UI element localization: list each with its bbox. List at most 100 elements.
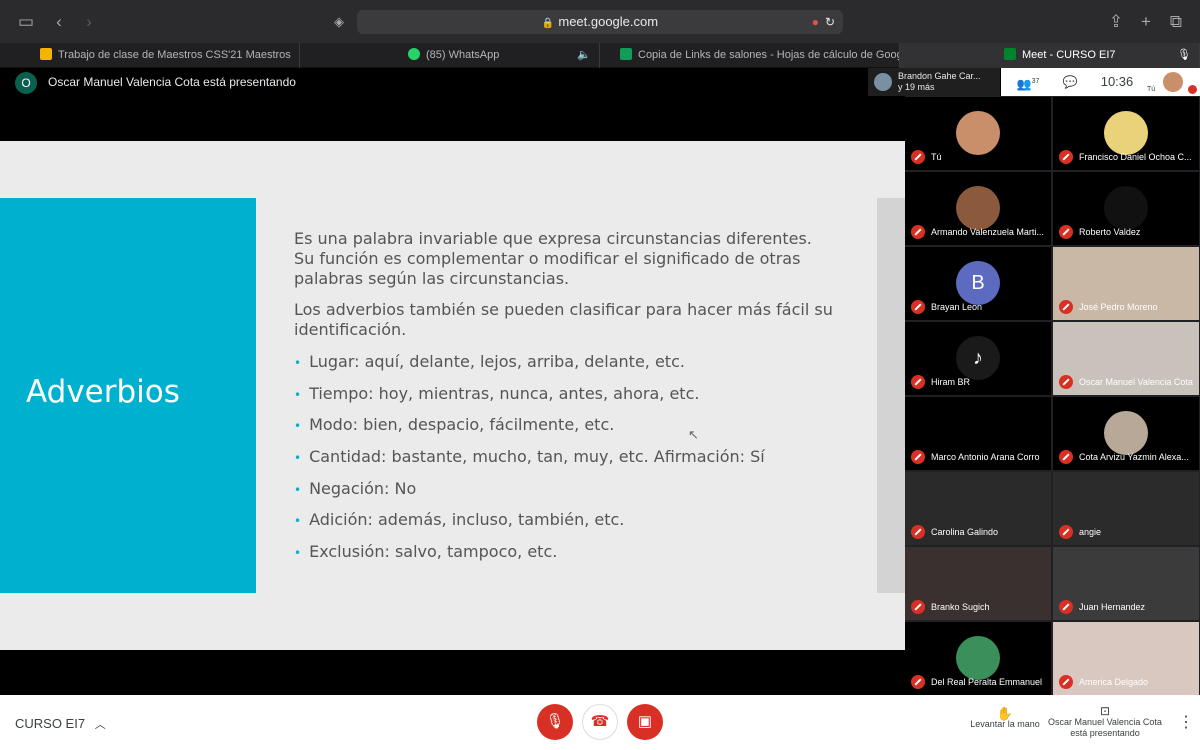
participant-tile[interactable]: Francisco Daniel Ochoa C... bbox=[1053, 97, 1199, 170]
chip-line-2: y 19 más bbox=[898, 82, 935, 92]
participant-name: Del Real Peralta Emmanuel bbox=[931, 677, 1043, 687]
browser-toolbar: ▭ ‹ › ◈ 🔒 meet.google.com ● ↻ ⇪ + ⧉ bbox=[0, 0, 1200, 43]
participant-tile[interactable]: Cota Arvizu Yazmin Alexa... bbox=[1053, 397, 1199, 470]
participant-tile[interactable]: angie bbox=[1053, 472, 1199, 545]
presentation-button[interactable]: ⊡ Oscar Manuel Valencia Cota está presen… bbox=[1048, 705, 1162, 739]
muted-mic-icon bbox=[1059, 150, 1073, 164]
participants-button[interactable]: 👥37 bbox=[1011, 68, 1045, 96]
more-options-icon[interactable]: ⋮ bbox=[1178, 712, 1194, 732]
muted-mic-icon bbox=[911, 525, 925, 539]
chat-button[interactable]: 💬 bbox=[1057, 68, 1083, 96]
present-icon: ⊡ bbox=[1099, 704, 1111, 718]
participant-name: Hiram BR bbox=[931, 377, 971, 387]
mic-icon[interactable]: ● bbox=[812, 10, 819, 34]
participant-avatar: ♪ bbox=[956, 336, 1000, 380]
muted-mic-icon bbox=[1059, 525, 1073, 539]
participant-name: America Delgado bbox=[1079, 677, 1149, 687]
participant-tile[interactable]: Armando Valenzuela Marti... bbox=[905, 172, 1051, 245]
slide-bullet: • Exclusión: salvo, tampoco, etc. bbox=[294, 542, 558, 561]
participant-tile[interactable]: ♪ Hiram BR bbox=[905, 322, 1051, 395]
tab-whatsapp[interactable]: (85) WhatsApp 🔈 bbox=[300, 43, 600, 68]
tab-sheets[interactable]: Copia de Links de salones - Hojas de cál… bbox=[600, 43, 900, 68]
participant-name: Marco Antonio Arana Corro bbox=[931, 452, 1040, 462]
muted-mic-icon bbox=[1059, 225, 1073, 239]
back-icon[interactable]: ‹ bbox=[48, 11, 70, 33]
leave-call-button[interactable]: ☎ bbox=[582, 704, 618, 740]
slide-bullet: • Adición: además, incluso, también, etc. bbox=[294, 510, 625, 529]
participant-avatar bbox=[1104, 186, 1148, 230]
participant-name: Juan Hernandez bbox=[1079, 602, 1146, 612]
participant-avatar bbox=[1104, 111, 1148, 155]
mic-off-icon: 🎙 bbox=[545, 713, 565, 730]
tab-meet[interactable]: Meet - CURSO EI7 🎙 bbox=[900, 43, 1200, 68]
forward-icon[interactable]: › bbox=[78, 11, 100, 33]
new-tab-icon[interactable]: + bbox=[1135, 11, 1157, 33]
participant-name: José Pedro Moreno bbox=[1079, 302, 1158, 312]
participant-tile[interactable]: Juan Hernandez bbox=[1053, 547, 1199, 620]
mic-toggle-button[interactable]: 🎙 bbox=[537, 704, 573, 740]
reload-icon[interactable]: ↻ bbox=[825, 10, 835, 34]
meeting-details-button[interactable]: CURSO EI7 ︿ bbox=[15, 716, 106, 732]
participant-tile[interactable]: America Delgado bbox=[1053, 622, 1199, 695]
participant-avatar bbox=[1104, 411, 1148, 455]
shield-icon[interactable]: ◈ bbox=[328, 11, 350, 33]
participant-name: Carolina Galindo bbox=[931, 527, 999, 537]
participant-name: Brayan Leon bbox=[931, 302, 983, 312]
participant-tile[interactable]: Oscar Manuel Valencia Cota bbox=[1053, 322, 1199, 395]
tab-label: Trabajo de clase de Maestros CSS'21 Maes… bbox=[58, 49, 291, 61]
participant-tile[interactable]: Roberto Valdez bbox=[1053, 172, 1199, 245]
participant-name: Cota Arvizu Yazmin Alexa... bbox=[1079, 452, 1189, 462]
meeting-name: CURSO EI7 bbox=[15, 716, 86, 731]
participant-tile[interactable]: B Brayan Leon bbox=[905, 247, 1051, 320]
hangup-icon: ☎ bbox=[590, 713, 610, 730]
participant-tile[interactable]: Tú bbox=[905, 97, 1051, 170]
clock: 10:36 bbox=[1100, 74, 1134, 89]
presenting-users-chip[interactable]: Brandon Gahe Car... y 19 más bbox=[868, 68, 1000, 96]
participant-name: Francisco Daniel Ochoa C... bbox=[1079, 152, 1192, 162]
muted-mic-icon bbox=[911, 450, 925, 464]
self-label: Tú bbox=[1147, 86, 1156, 93]
tabs-overview-icon[interactable]: ⧉ bbox=[1165, 11, 1187, 33]
slide-bullet: • Negación: No bbox=[294, 479, 417, 498]
meet-icon bbox=[1004, 48, 1016, 60]
slide-bullet: • Cantidad: bastante, mucho, tan, muy, et… bbox=[294, 447, 765, 466]
tab-classroom[interactable]: Trabajo de clase de Maestros CSS'21 Maes… bbox=[30, 43, 300, 68]
muted-mic-icon bbox=[911, 225, 925, 239]
lock-icon: 🔒 bbox=[541, 18, 555, 29]
participant-name: Branko Sugich bbox=[931, 602, 990, 612]
tab-mic-icon[interactable]: 🎙 bbox=[1177, 43, 1191, 68]
slide-bullet: • Tiempo: hoy, mientras, nunca, antes, ah… bbox=[294, 384, 700, 403]
people-icon: 👥 bbox=[1016, 77, 1032, 91]
camera-toggle-button[interactable]: ▣ bbox=[627, 704, 663, 740]
participant-tile[interactable]: Branko Sugich bbox=[905, 547, 1051, 620]
address-bar[interactable]: 🔒 meet.google.com ● ↻ bbox=[357, 10, 843, 34]
self-mic-off-icon bbox=[1188, 85, 1197, 94]
muted-mic-icon bbox=[911, 300, 925, 314]
chevron-up-icon: ︿ bbox=[94, 719, 106, 731]
participant-avatar bbox=[956, 186, 1000, 230]
self-avatar[interactable] bbox=[1163, 72, 1183, 92]
participant-name: Roberto Valdez bbox=[1079, 227, 1141, 237]
slide-title: Adverbios bbox=[26, 374, 180, 410]
participant-tile[interactable]: Del Real Peralta Emmanuel bbox=[905, 622, 1051, 695]
participant-tile[interactable]: Carolina Galindo bbox=[905, 472, 1051, 545]
slide-paragraph-1: Es una palabra invariable que expresa ci… bbox=[294, 229, 812, 288]
chat-icon: 💬 bbox=[1062, 75, 1078, 89]
share-icon[interactable]: ⇪ bbox=[1105, 11, 1127, 33]
muted-mic-icon bbox=[911, 600, 925, 614]
participant-tile[interactable]: José Pedro Moreno bbox=[1053, 247, 1199, 320]
presenter-banner: Oscar Manuel Valencia Cota está presenta… bbox=[48, 75, 296, 89]
raise-hand-button[interactable]: ✋ Levantar la mano bbox=[966, 707, 1044, 730]
raise-hand-label: Levantar la mano bbox=[970, 719, 1040, 729]
tab-label: (85) WhatsApp bbox=[426, 49, 500, 61]
muted-mic-icon bbox=[1059, 675, 1073, 689]
sidebar-icon[interactable]: ▭ bbox=[15, 11, 37, 33]
participant-avatar: B bbox=[956, 261, 1000, 305]
participant-tile[interactable]: Marco Antonio Arana Corro bbox=[905, 397, 1051, 470]
muted-mic-icon bbox=[911, 375, 925, 389]
tab-bar: Trabajo de clase de Maestros CSS'21 Maes… bbox=[0, 43, 1200, 68]
participant-name: Oscar Manuel Valencia Cota bbox=[1079, 377, 1193, 387]
muted-mic-icon bbox=[1059, 300, 1073, 314]
speaker-icon[interactable]: 🔈 bbox=[577, 43, 591, 68]
participant-avatar bbox=[956, 636, 1000, 680]
